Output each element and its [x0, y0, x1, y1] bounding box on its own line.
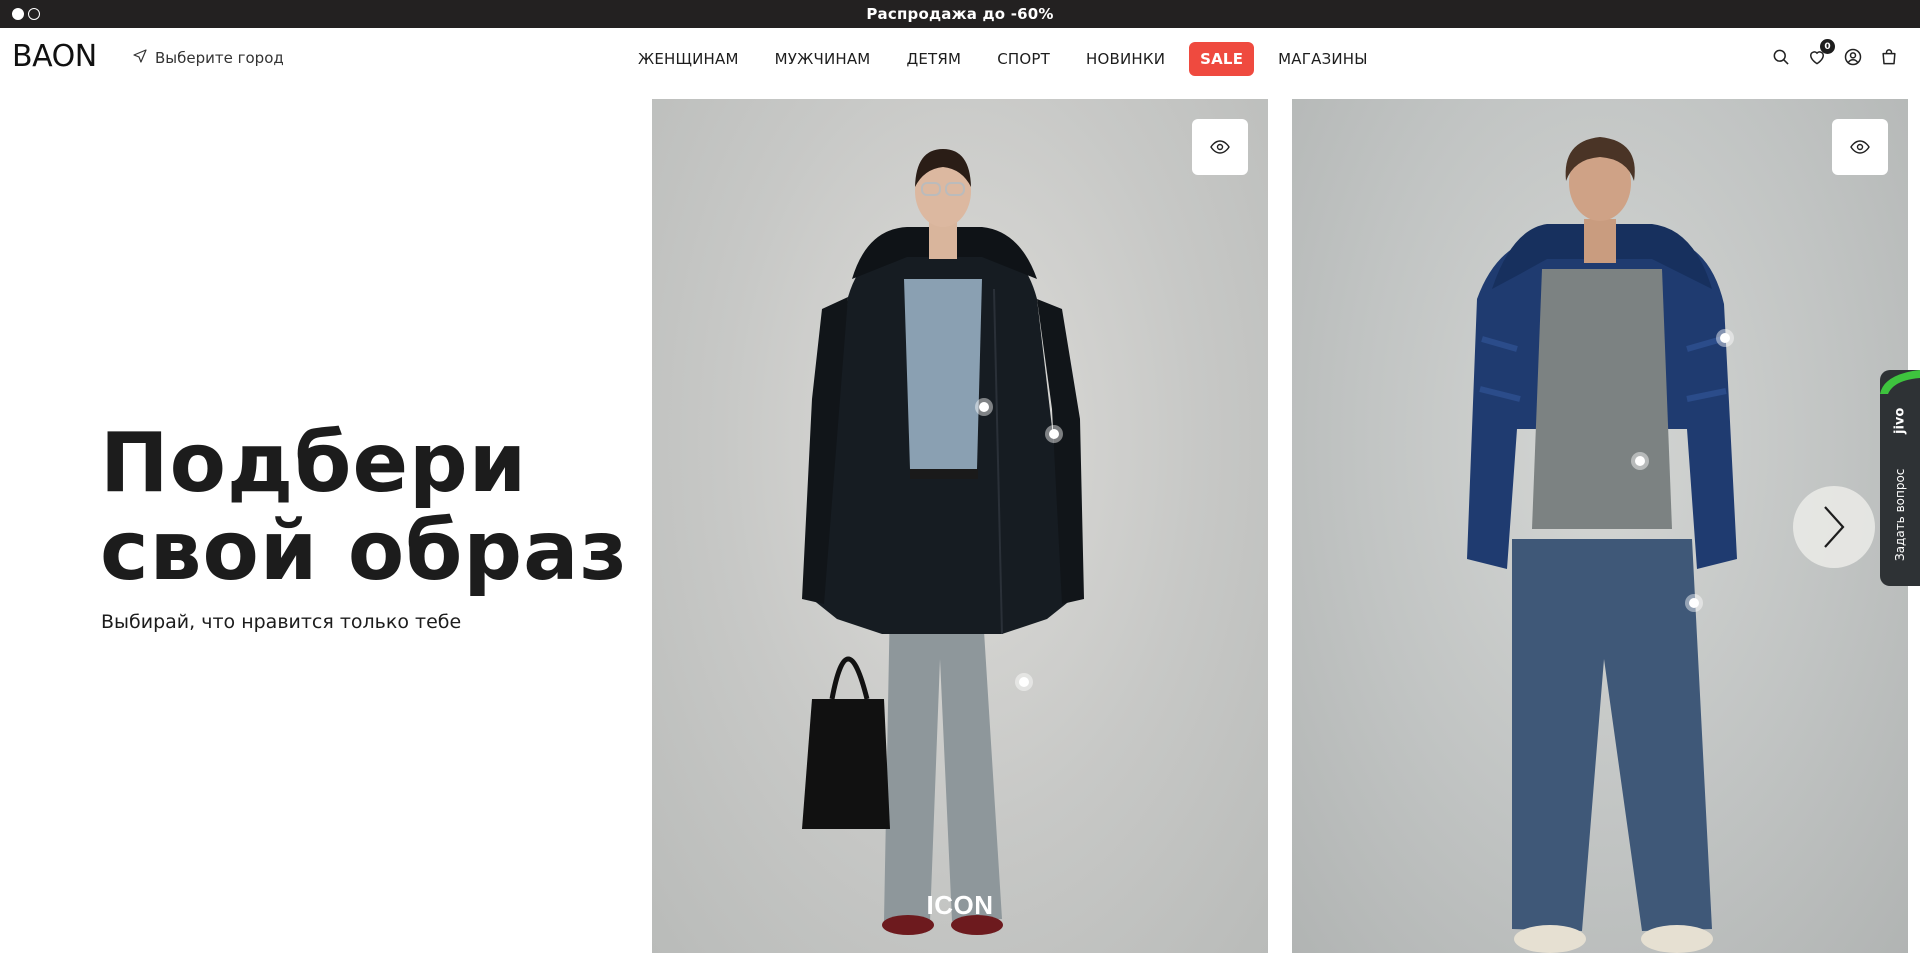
nav-stores[interactable]: МАГАЗИНЫ [1260, 42, 1386, 76]
jivo-cta: Задать вопрос [1893, 468, 1907, 562]
product-hotspot[interactable] [1685, 594, 1703, 612]
quick-view-button[interactable] [1832, 119, 1888, 175]
jivo-leaf-icon [1880, 370, 1920, 394]
header-actions: 0 [1770, 39, 1900, 68]
hero-subtitle: Выбирай, что нравится только тебе [101, 611, 462, 633]
look-card-1[interactable]: ICON [652, 99, 1268, 953]
hero-title: Подбери свой образ [100, 416, 629, 599]
product-hotspot[interactable] [975, 398, 993, 416]
jivo-chat-widget[interactable]: jivo Задать вопрос [1880, 370, 1920, 586]
chevron-right-icon [1824, 506, 1845, 548]
nav-kids[interactable]: ДЕТЯМ [888, 42, 979, 76]
promo-bar: Распродажа до -60% [0, 0, 1920, 28]
nav-new[interactable]: НОВИНКИ [1068, 42, 1183, 76]
product-hotspot[interactable] [1716, 329, 1734, 347]
eye-icon [1850, 140, 1870, 154]
location-arrow-icon [132, 48, 148, 68]
brand-logo[interactable]: BAON [12, 40, 97, 74]
quick-view-button[interactable] [1192, 119, 1248, 175]
promo-text[interactable]: Распродажа до -60% [866, 5, 1053, 23]
heart-icon[interactable]: 0 [1806, 39, 1835, 68]
look-photo-woman [802, 149, 1084, 935]
user-icon[interactable] [1842, 46, 1864, 68]
jivo-brand: jivo [1892, 407, 1908, 435]
product-hotspot[interactable] [1015, 673, 1033, 691]
nav-men[interactable]: МУЖЧИНАМ [757, 42, 889, 76]
product-hotspot[interactable] [1631, 452, 1649, 470]
look-label: ICON [926, 890, 994, 920]
product-hotspot[interactable] [1045, 425, 1063, 443]
site-header: BAON Выберите город ЖЕНЩИНАМ МУЖЧИНАМ ДЕ… [0, 28, 1920, 90]
nav-women[interactable]: ЖЕНЩИНАМ [620, 42, 757, 76]
nav-sale[interactable]: SALE [1189, 42, 1255, 76]
promo-dot-1[interactable] [12, 8, 24, 20]
slider-next-button[interactable] [1793, 486, 1875, 568]
eye-icon [1210, 140, 1230, 154]
bag-icon[interactable] [1878, 46, 1900, 68]
favorites-count-badge: 0 [1820, 39, 1835, 54]
search-icon[interactable] [1770, 46, 1792, 68]
city-label: Выберите город [155, 49, 284, 67]
city-selector[interactable]: Выберите город [132, 48, 284, 68]
main-nav: ЖЕНЩИНАМ МУЖЧИНАМ ДЕТЯМ СПОРТ НОВИНКИ SA… [620, 42, 1386, 76]
nav-sport[interactable]: СПОРТ [979, 42, 1068, 76]
promo-pagination [12, 8, 40, 20]
promo-dot-2[interactable] [28, 8, 40, 20]
